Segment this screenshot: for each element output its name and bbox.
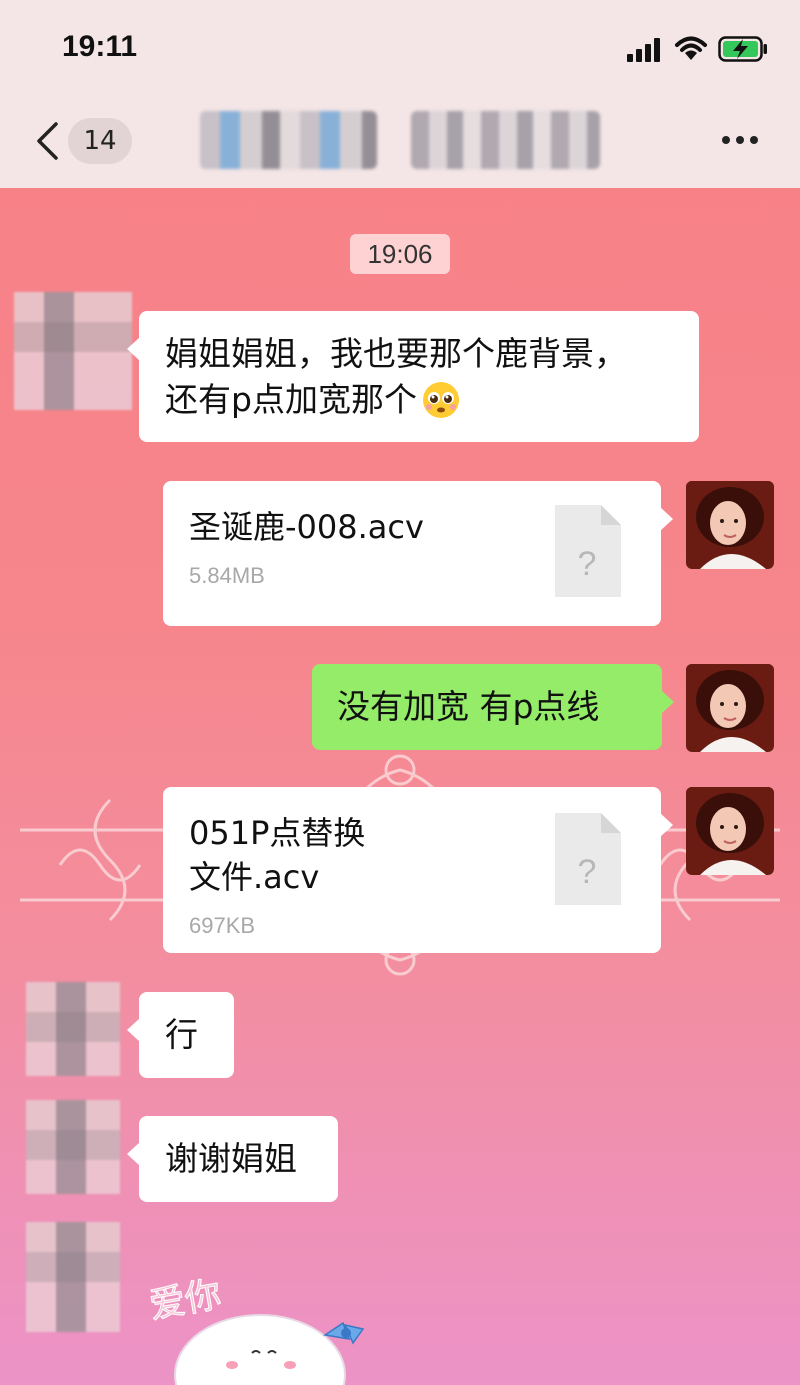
avatar-photo — [686, 787, 774, 875]
chat-title-pixelated — [200, 100, 600, 180]
message-text: 没有加宽 有p点线 — [337, 687, 600, 726]
love-you-sticker[interactable]: 爱你 — [140, 1255, 420, 1385]
file-size: 5.84MB — [189, 563, 265, 588]
unknown-file-icon: ? — [555, 813, 621, 905]
unread-count-badge[interactable]: 14 — [68, 118, 132, 164]
avatar[interactable] — [686, 664, 774, 752]
pixelated-name-part — [411, 111, 600, 169]
message-bubble[interactable]: 行 — [127, 992, 234, 1078]
avatar[interactable] — [686, 787, 774, 875]
bubble-tail — [660, 507, 673, 531]
avatar[interactable] — [14, 292, 132, 410]
avatar[interactable] — [26, 982, 120, 1076]
file-name-line: 文件.acv — [189, 858, 320, 896]
bubble-tail — [127, 1142, 140, 1166]
pleading-face-emoji — [422, 382, 459, 418]
message-line: 还有p点加宽那个 — [165, 380, 417, 419]
file-name-line: 051P点替换 — [189, 814, 366, 852]
bubble-tail — [661, 690, 674, 714]
battery-charging-icon — [718, 36, 767, 62]
file-name: 051P点替换 文件.acv — [189, 811, 519, 899]
bubble-tail — [127, 1018, 140, 1042]
avatar[interactable] — [26, 1222, 120, 1332]
message-bubble[interactable]: 谢谢娟姐 — [127, 1116, 338, 1202]
sticker-text: 爱你 — [146, 1274, 224, 1327]
file-size: 697KB — [189, 913, 256, 938]
more-dots-icon[interactable] — [722, 130, 762, 150]
file-message-bubble[interactable]: 圣诞鹿-008.acv 5.84MB ? — [163, 481, 673, 626]
message-bubble[interactable]: 娟姐娟姐，我也要那个鹿背景， 还有p点加宽那个 — [127, 311, 699, 442]
avatar[interactable] — [26, 1100, 120, 1194]
file-name-line: 圣诞鹿-008.acv — [189, 508, 424, 546]
file-icon-glyph: ? — [578, 853, 597, 891]
file-icon-glyph: ? — [578, 545, 597, 583]
wifi-icon — [675, 36, 707, 60]
message-line: 娟姐娟姐，我也要那个鹿背景， — [165, 334, 627, 373]
status-time: 19:11 — [62, 30, 138, 63]
back-button[interactable] — [30, 118, 70, 164]
top-bar: 19:11 14 — [0, 0, 800, 188]
message-timestamp: 19:06 — [350, 234, 450, 274]
avatar-photo — [686, 664, 774, 752]
signal-icon — [627, 38, 663, 62]
file-name: 圣诞鹿-008.acv — [189, 505, 519, 549]
message-text: 行 — [165, 1015, 198, 1054]
bubble-tail — [127, 337, 140, 361]
bubble-tail — [660, 813, 673, 837]
unknown-file-icon: ? — [555, 505, 621, 597]
message-text: 谢谢娟姐 — [165, 1139, 297, 1178]
pixelated-name-part — [200, 111, 378, 169]
file-message-bubble[interactable]: 051P点替换 文件.acv 697KB ? — [163, 787, 673, 953]
own-message-bubble[interactable]: 没有加宽 有p点线 — [312, 664, 674, 750]
message-text: 娟姐娟姐，我也要那个鹿背景， 还有p点加宽那个 — [165, 331, 685, 423]
avatar-photo — [686, 481, 774, 569]
avatar[interactable] — [686, 481, 774, 569]
